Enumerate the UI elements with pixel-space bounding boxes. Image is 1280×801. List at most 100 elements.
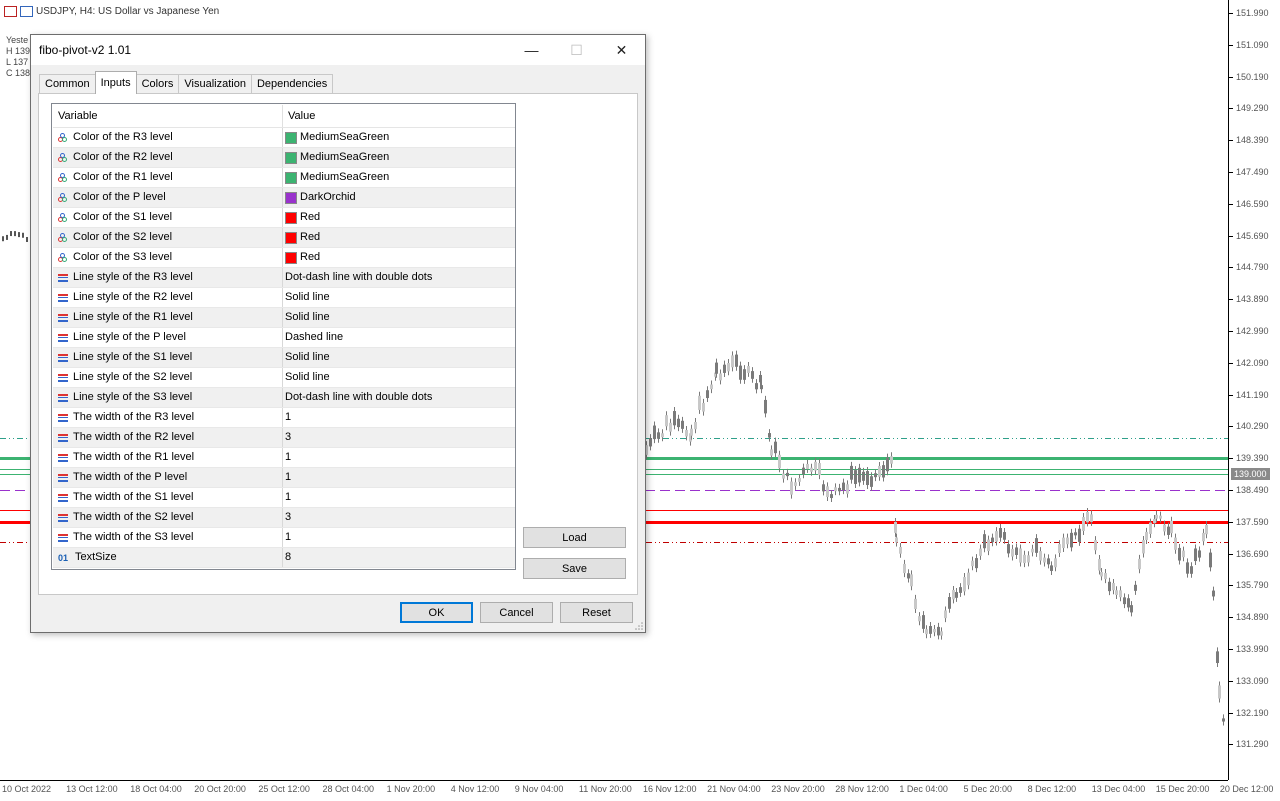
tab-inputs[interactable]: Inputs bbox=[94, 71, 137, 94]
ohlc-line: H 139 bbox=[6, 46, 31, 56]
ok-button[interactable]: OK bbox=[400, 602, 473, 623]
value-cell[interactable]: Dot-dash line with double dots bbox=[283, 268, 515, 287]
minimize-button[interactable]: — bbox=[509, 35, 554, 65]
input-row[interactable]: Line style of the P level Dashed line bbox=[53, 328, 515, 348]
variable-cell[interactable]: The width of the S3 level bbox=[53, 528, 283, 547]
chart-type-icon[interactable] bbox=[20, 6, 33, 17]
variable-cell[interactable]: Color of the P level bbox=[53, 188, 283, 207]
input-row[interactable]: Color of the S1 level Red bbox=[53, 208, 515, 228]
variable-cell[interactable]: The width of the R2 level bbox=[53, 428, 283, 447]
price-tick bbox=[1229, 299, 1233, 301]
input-row[interactable]: Color of the R2 level MediumSeaGreen bbox=[53, 148, 515, 168]
candle-body bbox=[944, 610, 947, 619]
column-header-variable[interactable]: Variable bbox=[53, 105, 283, 127]
value-cell[interactable]: Red bbox=[283, 248, 515, 267]
value-cell[interactable]: MediumSeaGreen bbox=[283, 128, 515, 147]
candle-body bbox=[1098, 559, 1101, 571]
variable-cell[interactable]: Color of the S3 level bbox=[53, 248, 283, 267]
tab-visualization[interactable]: Visualization bbox=[178, 74, 252, 94]
input-row[interactable]: The width of the R3 level 1 bbox=[53, 408, 515, 428]
cancel-button[interactable]: Cancel bbox=[480, 602, 553, 623]
tab-common[interactable]: Common bbox=[39, 74, 96, 94]
value-cell[interactable]: 1 bbox=[283, 488, 515, 507]
input-row[interactable]: The width of the S2 level 3 bbox=[53, 508, 515, 528]
variable-cell[interactable]: Color of the S1 level bbox=[53, 208, 283, 227]
line-param-icon bbox=[58, 313, 68, 322]
input-row[interactable]: The width of the S1 level 1 bbox=[53, 488, 515, 508]
variable-cell[interactable]: Line style of the P level bbox=[53, 328, 283, 347]
candle-body bbox=[830, 494, 833, 499]
input-row[interactable]: The width of the P level 1 bbox=[53, 468, 515, 488]
close-button[interactable]: ✕ bbox=[599, 35, 644, 65]
variable-cell[interactable]: Color of the R1 level bbox=[53, 168, 283, 187]
value-cell[interactable]: 3 bbox=[283, 508, 515, 527]
value-cell[interactable]: Solid line bbox=[283, 348, 515, 367]
value-cell[interactable]: Dashed line bbox=[283, 328, 515, 347]
price-axis[interactable]: 151.990 151.090 150.190 149.290 148.390 147.4… bbox=[1228, 0, 1280, 780]
value-cell[interactable]: Dot-dash line with double dots bbox=[283, 388, 515, 407]
price-tick bbox=[1229, 585, 1233, 587]
variable-cell[interactable]: Line style of the R2 level bbox=[53, 288, 283, 307]
variable-cell[interactable]: The width of the R1 level bbox=[53, 448, 283, 467]
value-cell[interactable]: Solid line bbox=[283, 288, 515, 307]
variable-cell[interactable]: Line style of the R1 level bbox=[53, 308, 283, 327]
resize-grip-icon[interactable] bbox=[635, 622, 643, 630]
variable-cell[interactable]: 01 TextSize bbox=[53, 548, 283, 567]
candle-body bbox=[1090, 514, 1093, 522]
variable-cell[interactable]: Line style of the S3 level bbox=[53, 388, 283, 407]
value-cell[interactable]: 1 bbox=[283, 468, 515, 487]
variable-cell[interactable]: Color of the R2 level bbox=[53, 148, 283, 167]
reset-button[interactable]: Reset bbox=[560, 602, 633, 623]
input-row[interactable]: The width of the R1 level 1 bbox=[53, 448, 515, 468]
tab-dependencies[interactable]: Dependencies bbox=[250, 74, 334, 94]
input-row[interactable]: Line style of the S3 level Dot-dash line … bbox=[53, 388, 515, 408]
tab-colors[interactable]: Colors bbox=[135, 74, 180, 94]
price-label: 138.490 bbox=[1236, 485, 1269, 495]
inputs-grid[interactable]: Variable Value Color of the R3 level Medi… bbox=[51, 103, 516, 570]
input-row[interactable]: Line style of the R1 level Solid line bbox=[53, 308, 515, 328]
variable-cell[interactable]: Line style of the S2 level bbox=[53, 368, 283, 387]
maximize-button[interactable]: ☐ bbox=[554, 35, 599, 65]
input-row[interactable]: Line style of the S1 level Solid line bbox=[53, 348, 515, 368]
input-row[interactable]: Color of the S2 level Red bbox=[53, 228, 515, 248]
input-row[interactable]: Color of the P level DarkOrchid bbox=[53, 188, 515, 208]
input-row[interactable]: Line style of the R2 level Solid line bbox=[53, 288, 515, 308]
variable-cell[interactable]: Line style of the S1 level bbox=[53, 348, 283, 367]
column-header-value[interactable]: Value bbox=[283, 105, 515, 127]
input-row[interactable]: 01 TextSize 8 bbox=[53, 548, 515, 568]
value-cell[interactable]: 8 bbox=[283, 548, 515, 567]
input-row[interactable]: Line style of the R3 level Dot-dash line … bbox=[53, 268, 515, 288]
time-axis[interactable]: 10 Oct 2022 13 Oct 12:00 18 Oct 04:00 20 Oc… bbox=[0, 780, 1273, 801]
value-cell[interactable]: Red bbox=[283, 228, 515, 247]
variable-cell[interactable]: The width of the P level bbox=[53, 468, 283, 487]
value-cell[interactable]: 1 bbox=[283, 408, 515, 427]
load-button[interactable]: Load bbox=[523, 527, 626, 548]
input-row[interactable]: The width of the S3 level 1 bbox=[53, 528, 515, 548]
variable-cell[interactable]: Color of the S2 level bbox=[53, 228, 283, 247]
input-row[interactable]: Color of the R3 level MediumSeaGreen bbox=[53, 128, 515, 148]
color-swatch bbox=[285, 231, 297, 244]
candle-body bbox=[798, 478, 801, 482]
value-cell[interactable]: 3 bbox=[283, 428, 515, 447]
value-cell[interactable]: Solid line bbox=[283, 308, 515, 327]
dialog-titlebar[interactable]: fibo-pivot-v2 1.01 — ☐ ✕ bbox=[31, 35, 645, 65]
value-cell[interactable]: MediumSeaGreen bbox=[283, 168, 515, 187]
input-row[interactable]: Color of the S3 level Red bbox=[53, 248, 515, 268]
save-button[interactable]: Save bbox=[523, 558, 626, 579]
value-cell[interactable]: DarkOrchid bbox=[283, 188, 515, 207]
variable-cell[interactable]: Line style of the R3 level bbox=[53, 268, 283, 287]
input-row[interactable]: Line style of the S2 level Solid line bbox=[53, 368, 515, 388]
value-cell[interactable]: 1 bbox=[283, 528, 515, 547]
chart-menu-icon[interactable] bbox=[4, 6, 17, 17]
variable-cell[interactable]: The width of the S2 level bbox=[53, 508, 283, 527]
input-row[interactable]: Color of the R1 level MediumSeaGreen bbox=[53, 168, 515, 188]
input-row[interactable]: The width of the R2 level 3 bbox=[53, 428, 515, 448]
variable-cell[interactable]: The width of the S1 level bbox=[53, 488, 283, 507]
value-cell[interactable]: MediumSeaGreen bbox=[283, 148, 515, 167]
value-cell[interactable]: Solid line bbox=[283, 368, 515, 387]
candle-body bbox=[987, 539, 990, 552]
value-cell[interactable]: Red bbox=[283, 208, 515, 227]
variable-cell[interactable]: Color of the R3 level bbox=[53, 128, 283, 147]
value-cell[interactable]: 1 bbox=[283, 448, 515, 467]
variable-cell[interactable]: The width of the R3 level bbox=[53, 408, 283, 427]
